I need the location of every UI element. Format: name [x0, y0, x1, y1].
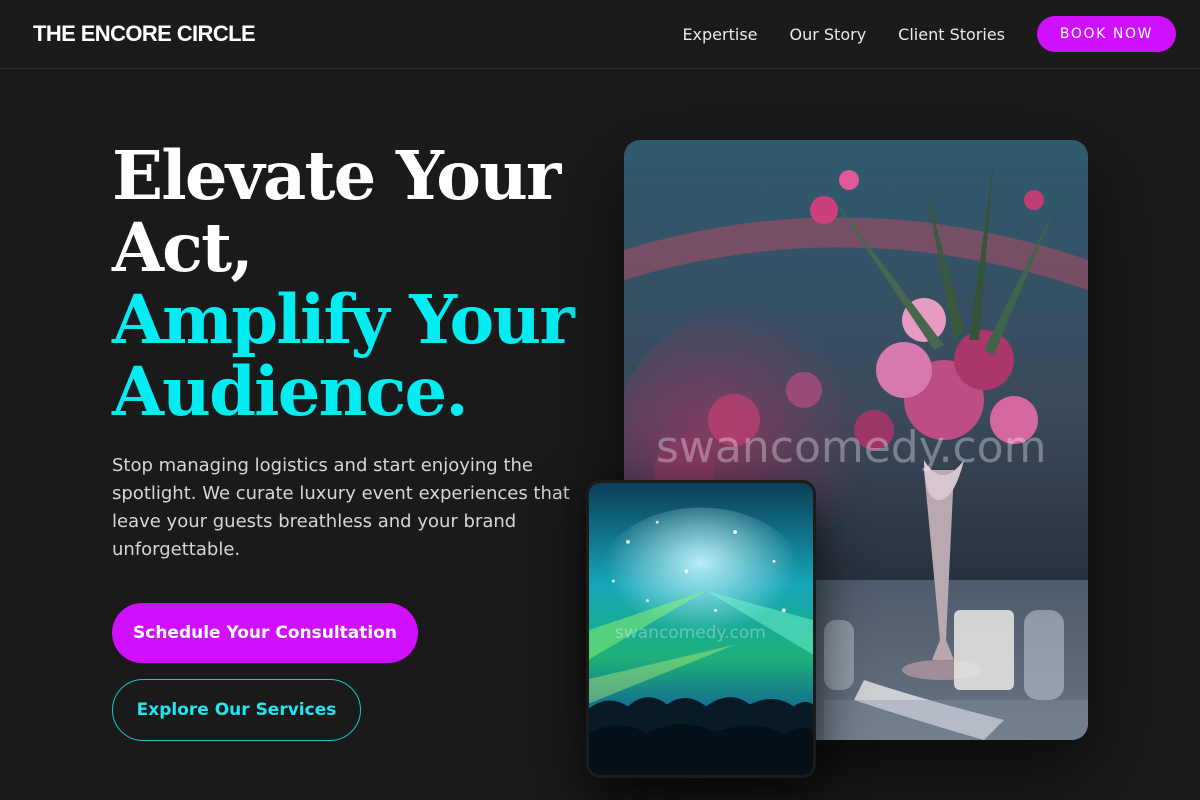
explore-services-button[interactable]: Explore Our Services — [112, 679, 361, 741]
book-now-button[interactable]: BOOK NOW — [1037, 16, 1176, 52]
schedule-consultation-button[interactable]: Schedule Your Consultation — [112, 603, 418, 663]
site-header: THE ENCORE CIRCLE Expertise Our Story Cl… — [0, 0, 1200, 69]
headline-line-2: Act, — [112, 208, 254, 287]
nav-link-client-stories[interactable]: Client Stories — [898, 25, 1005, 44]
headline-line-4: Audience. — [112, 352, 469, 431]
headline-line-1: Elevate Your — [112, 136, 561, 215]
brand-logo[interactable]: THE ENCORE CIRCLE — [33, 21, 256, 47]
nav-link-our-story[interactable]: Our Story — [790, 25, 867, 44]
nav-link-expertise[interactable]: Expertise — [682, 25, 757, 44]
main-image-watermark: swancomedy.com — [656, 422, 1047, 473]
hero-subcopy: Stop managing logistics and start enjoyi… — [112, 455, 570, 560]
small-image-watermark: swancomedy.com — [615, 623, 766, 643]
concert-crowd-image: swancomedy.com — [586, 480, 816, 778]
main-nav: Expertise Our Story Client Stories BOOK … — [682, 16, 1176, 52]
headline-line-3: Amplify Your — [112, 280, 575, 359]
hero-headline: Elevate Your Act, Amplify Your Audience. — [112, 140, 592, 428]
